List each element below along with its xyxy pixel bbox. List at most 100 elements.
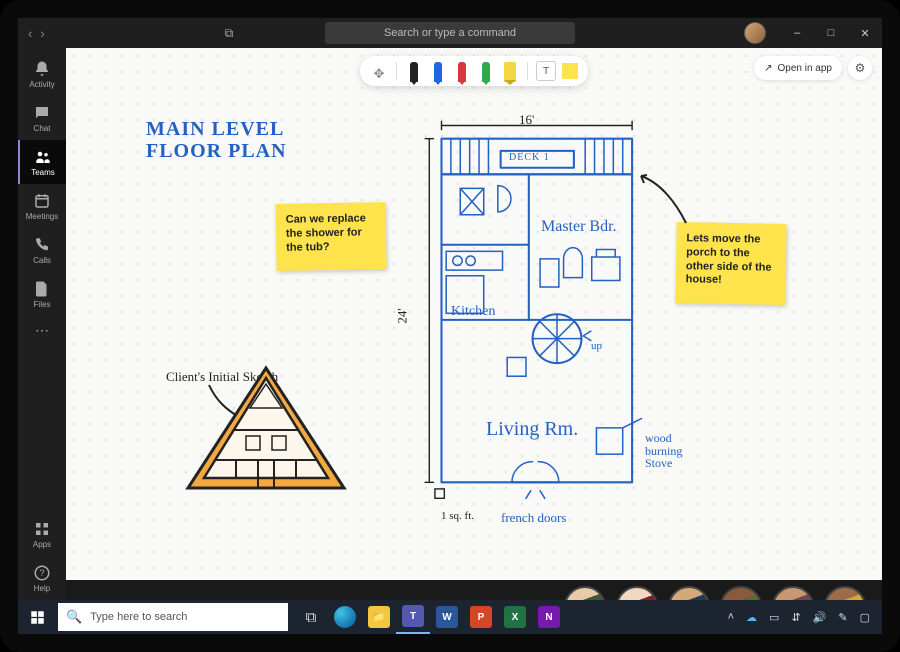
taskbar-search[interactable]: 🔍 Type here to search <box>58 603 288 631</box>
rail-label: Help <box>34 584 50 593</box>
sticky-note-tool[interactable] <box>562 63 578 79</box>
chat-icon <box>33 104 51 122</box>
rail-chat[interactable]: Chat <box>18 96 66 140</box>
title-line1: Main Level <box>146 118 287 140</box>
label-kitchen: Kitchen <box>451 304 495 320</box>
open-in-app-button[interactable]: ↗ Open in app <box>754 56 842 80</box>
rail-label: Apps <box>33 540 51 549</box>
teams-body: Activity Chat Teams Meetings Calls <box>18 48 882 600</box>
onedrive-icon[interactable]: ☁ <box>746 611 757 624</box>
label-scale: 1 sq. ft. <box>441 510 474 522</box>
teams-titlebar: ‹ › ⧉ Search or type a command – □ ✕ <box>18 18 882 48</box>
search-icon: 🔍 <box>66 609 82 625</box>
label-master: Master Bdr. <box>541 218 617 236</box>
maximize-button[interactable]: □ <box>814 18 848 48</box>
svg-text:?: ? <box>39 568 44 578</box>
rail-label: Calls <box>33 256 51 265</box>
task-view[interactable]: ⧉ <box>294 600 328 634</box>
app-teams[interactable]: T <box>396 600 430 634</box>
app-word[interactable]: W <box>430 600 464 634</box>
search-placeholder-text: Search or type a command <box>384 27 516 39</box>
rail-activity[interactable]: Activity <box>18 52 66 96</box>
rail-more[interactable]: ⋯ <box>18 316 66 344</box>
rail-meetings[interactable]: Meetings <box>18 184 66 228</box>
history-nav: ‹ › <box>28 26 45 41</box>
close-button[interactable]: ✕ <box>848 18 882 48</box>
app-onenote[interactable]: N <box>532 600 566 634</box>
tray-chevron-icon[interactable]: ˄ <box>728 611 734 623</box>
windows-taskbar: 🔍 Type here to search ⧉ 📁 T W P X N ˄ ☁ … <box>18 600 882 634</box>
minimize-button[interactable]: – <box>780 18 814 48</box>
gear-icon: ⚙ <box>855 61 866 75</box>
app-rail: Activity Chat Teams Meetings Calls <box>18 48 66 600</box>
windows-icon <box>30 610 45 625</box>
rail-apps[interactable]: Apps <box>18 512 66 556</box>
tablet-device: ‹ › ⧉ Search or type a command – □ ✕ Act… <box>0 0 900 652</box>
title-line2: Floor Plan <box>146 140 287 162</box>
help-icon: ? <box>33 564 51 582</box>
text-tool[interactable]: T <box>536 61 556 81</box>
title-handwriting: Main Level Floor Plan <box>146 118 287 162</box>
external-icon: ↗ <box>764 63 772 74</box>
pen-red[interactable] <box>453 60 471 82</box>
bell-icon <box>33 60 51 78</box>
app-edge[interactable] <box>328 600 362 634</box>
pen-green[interactable] <box>477 60 495 82</box>
rail-label: Teams <box>31 168 55 177</box>
sticky-note-1[interactable]: Can we replace the shower for the tub? <box>275 202 386 271</box>
wifi-icon[interactable]: ⇵ <box>791 611 800 624</box>
divider <box>527 62 528 80</box>
pinned-apps: ⧉ 📁 T W P X N <box>294 600 566 634</box>
phone-icon <box>33 236 51 254</box>
screen: ‹ › ⧉ Search or type a command – □ ✕ Act… <box>18 18 882 634</box>
whiteboard-toolbar: ✥ T <box>360 56 588 86</box>
client-initial-sketch[interactable] <box>176 360 356 500</box>
dim-height: 24' <box>395 308 411 323</box>
pen-blue[interactable] <box>429 60 447 82</box>
rail-teams[interactable]: Teams <box>18 140 66 184</box>
rail-label: Activity <box>29 80 54 89</box>
floor-plan-sketch[interactable]: 16' 24' DECK 1 Master Bdr. Kitchen up Li… <box>401 118 651 503</box>
app-explorer[interactable]: 📁 <box>362 600 396 634</box>
rail-help[interactable]: ? Help <box>18 556 66 600</box>
action-center-icon[interactable]: ▢ <box>860 611 870 624</box>
forward-button[interactable]: › <box>40 26 44 41</box>
ellipsis-icon: ⋯ <box>35 322 49 339</box>
label-living: Living Rm. <box>486 418 578 441</box>
rail-files[interactable]: Files <box>18 272 66 316</box>
app-powerpoint[interactable]: P <box>464 600 498 634</box>
divider <box>396 62 397 80</box>
label-up: up <box>591 340 602 352</box>
label-stove: wood burningStove <box>645 432 682 470</box>
calendar-icon <box>33 192 51 210</box>
label-deck: DECK 1 <box>509 152 550 163</box>
sticky-text: Can we replace the shower for the tub? <box>286 212 366 253</box>
system-tray: ˄ ☁ ▭ ⇵ 🔊 ✎ ▢ <box>716 611 882 624</box>
rail-label: Chat <box>34 124 51 133</box>
pen-black[interactable] <box>405 60 423 82</box>
popout-icon[interactable]: ⧉ <box>225 26 234 41</box>
file-icon <box>33 280 51 298</box>
command-search[interactable]: Search or type a command <box>325 22 575 44</box>
pen-workspace-icon[interactable]: ✎ <box>838 611 847 624</box>
move-tool[interactable]: ✥ <box>370 60 388 82</box>
teams-icon <box>34 148 52 166</box>
battery-icon[interactable]: ▭ <box>769 611 779 624</box>
profile-avatar[interactable] <box>744 22 766 44</box>
app-excel[interactable]: X <box>498 600 532 634</box>
apps-icon <box>33 520 51 538</box>
whiteboard-canvas[interactable]: ✥ T ↗ Open in app ⚙ <box>66 48 882 600</box>
dim-width: 16' <box>519 112 534 128</box>
taskbar-search-placeholder: Type here to search <box>90 611 187 623</box>
start-button[interactable] <box>18 600 56 634</box>
sticky-text: Lets move the porch to the other side of… <box>686 232 772 286</box>
highlighter[interactable] <box>501 60 519 82</box>
rail-calls[interactable]: Calls <box>18 228 66 272</box>
back-button[interactable]: ‹ <box>28 26 32 41</box>
whiteboard-settings-button[interactable]: ⚙ <box>848 56 872 80</box>
window-controls: – □ ✕ <box>744 18 882 48</box>
label-doors: french doors <box>501 510 566 526</box>
rail-label: Files <box>34 300 51 309</box>
volume-icon[interactable]: 🔊 <box>813 611 827 624</box>
rail-label: Meetings <box>26 212 58 221</box>
